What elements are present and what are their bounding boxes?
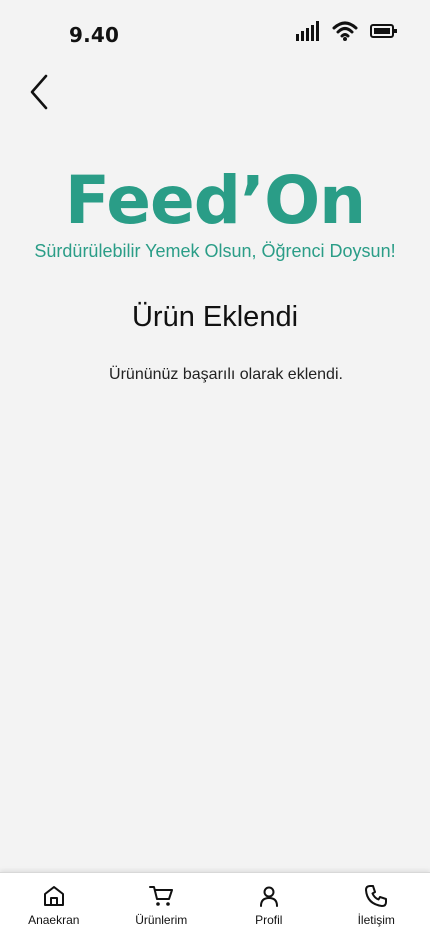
home-icon — [41, 883, 67, 909]
status-time: 9.40 — [69, 23, 119, 47]
brand-tagline: Sürdürülebilir Yemek Olsun, Öğrenci Doys… — [0, 241, 430, 262]
nav-label-products: Ürünlerim — [135, 913, 187, 927]
status-bar: 9.40 — [0, 0, 430, 60]
nav-label-profile: Profil — [255, 913, 282, 927]
signal-icon — [296, 21, 320, 46]
nav-item-home[interactable]: Anaekran — [0, 873, 108, 933]
nav-item-profile[interactable]: Profil — [215, 873, 323, 933]
nav-item-contact[interactable]: İletişim — [323, 873, 430, 933]
page-title: Ürün Eklendi — [0, 301, 430, 334]
nav-item-products[interactable]: Ürünlerim — [108, 873, 216, 933]
brand-logo: Feed’On — [0, 162, 430, 239]
user-icon — [256, 883, 282, 909]
back-button[interactable] — [22, 72, 58, 116]
status-icons — [296, 21, 398, 46]
cart-icon — [148, 883, 174, 909]
phone-icon — [363, 883, 389, 909]
nav-label-contact: İletişim — [358, 913, 395, 927]
wifi-icon — [332, 21, 358, 46]
success-message: Ürününüz başarılı olarak eklendi. — [0, 366, 430, 384]
bottom-nav: Anaekran Ürünlerim Profil İletişim — [0, 872, 430, 933]
chevron-left-icon — [28, 72, 52, 117]
nav-label-home: Anaekran — [28, 913, 79, 927]
battery-icon — [370, 23, 398, 44]
